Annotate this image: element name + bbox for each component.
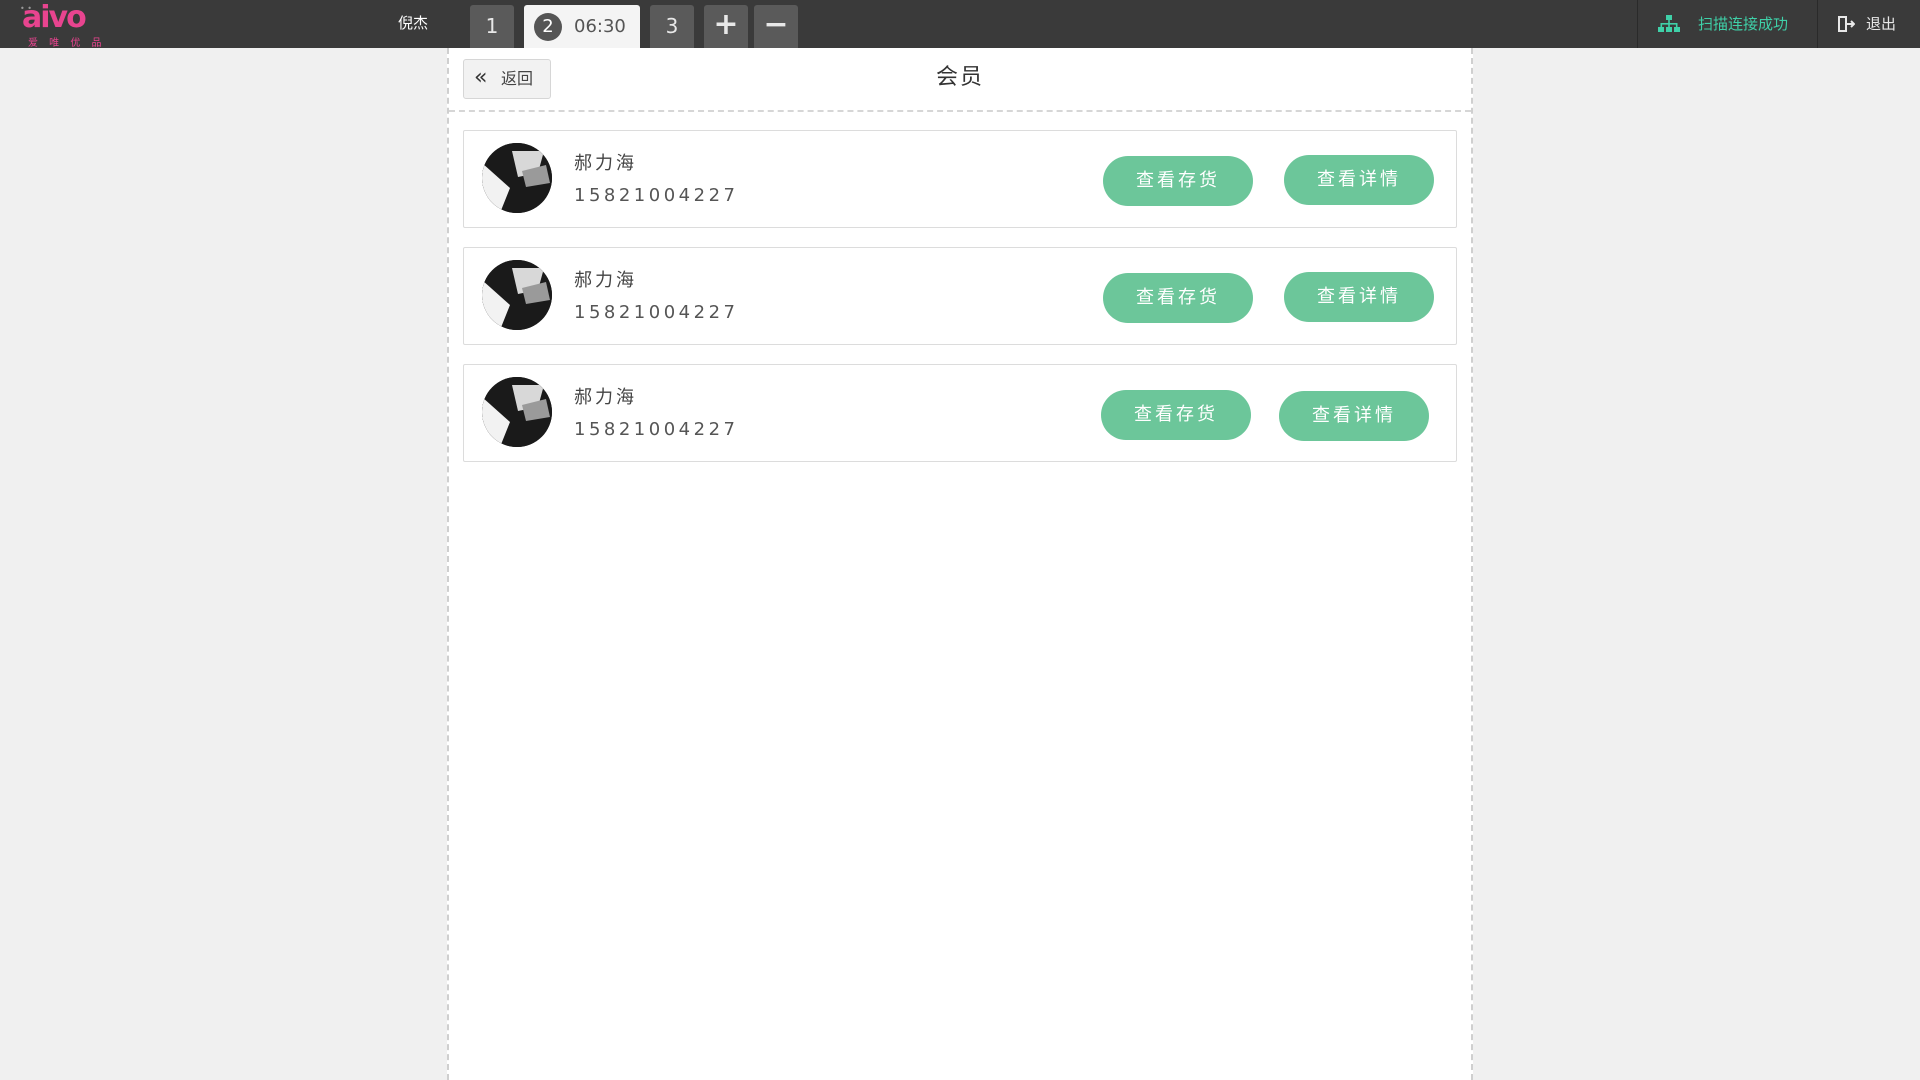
tab-2-active[interactable]: 2 06:30 — [524, 5, 640, 48]
avatar — [482, 143, 552, 213]
member-panel: 会员 « 返回 郝力海 15821004227 查看存货 查看详情 郝力海 15… — [447, 48, 1473, 1080]
tab-1[interactable]: 1 — [470, 5, 514, 48]
view-details-button[interactable]: 查看详情 — [1284, 272, 1434, 322]
member-phone: 15821004227 — [574, 185, 739, 206]
view-stock-button[interactable]: 查看存货 — [1101, 390, 1251, 440]
exit-door-icon — [1838, 16, 1855, 32]
tab-3[interactable]: 3 — [650, 5, 694, 48]
page-title: 会员 — [935, 65, 984, 90]
panel-header: 会员 « 返回 — [449, 48, 1471, 112]
network-icon — [1658, 15, 1680, 32]
avatar — [482, 377, 552, 447]
view-details-button[interactable]: 查看详情 — [1279, 391, 1429, 441]
member-card: 郝力海 15821004227 查看存货 查看详情 — [463, 247, 1457, 345]
aivo-logo: • • aivo 爱 唯 优 品 — [20, 0, 102, 49]
tab-2-time: 06:30 — [574, 16, 626, 37]
scan-status-label: 扫描连接成功 — [1698, 15, 1789, 33]
member-phone: 15821004227 — [574, 419, 739, 440]
member-card: 郝力海 15821004227 查看存货 查看详情 — [463, 364, 1457, 462]
logout-button[interactable]: 退出 — [1817, 0, 1920, 48]
member-name: 郝力海 — [574, 153, 637, 174]
logout-label: 退出 — [1866, 15, 1897, 33]
member-phone: 15821004227 — [574, 302, 739, 323]
view-details-button[interactable]: 查看详情 — [1284, 155, 1434, 205]
minus-icon: − — [763, 7, 789, 42]
member-card: 郝力海 15821004227 查看存货 查看详情 — [463, 130, 1457, 228]
logo-text: aivo — [22, 0, 87, 35]
double-chevron-left-icon: « — [474, 65, 488, 90]
remove-tab-button[interactable]: − — [754, 5, 798, 48]
tab-2-badge: 2 — [534, 13, 562, 41]
logo-subtitle: 爱 唯 优 品 — [28, 38, 106, 49]
plus-icon: + — [713, 7, 739, 42]
add-tab-button[interactable]: + — [704, 5, 748, 48]
member-name: 郝力海 — [574, 387, 637, 408]
back-label: 返回 — [501, 69, 534, 88]
tab-3-label: 3 — [665, 14, 679, 38]
avatar-image — [482, 143, 552, 213]
tab-1-label: 1 — [485, 14, 499, 38]
top-bar: • • aivo 爱 唯 优 品 倪杰 1 2 06:30 3 + − 扫描连接… — [0, 0, 1920, 49]
avatar — [482, 260, 552, 330]
view-stock-button[interactable]: 查看存货 — [1103, 273, 1253, 323]
view-stock-button[interactable]: 查看存货 — [1103, 156, 1253, 206]
back-button[interactable]: « 返回 — [463, 59, 551, 99]
username: 倪杰 — [398, 14, 429, 32]
scan-status[interactable]: 扫描连接成功 — [1637, 0, 1817, 48]
member-name: 郝力海 — [574, 270, 637, 291]
avatar-image — [482, 377, 552, 447]
avatar-image — [482, 260, 552, 330]
